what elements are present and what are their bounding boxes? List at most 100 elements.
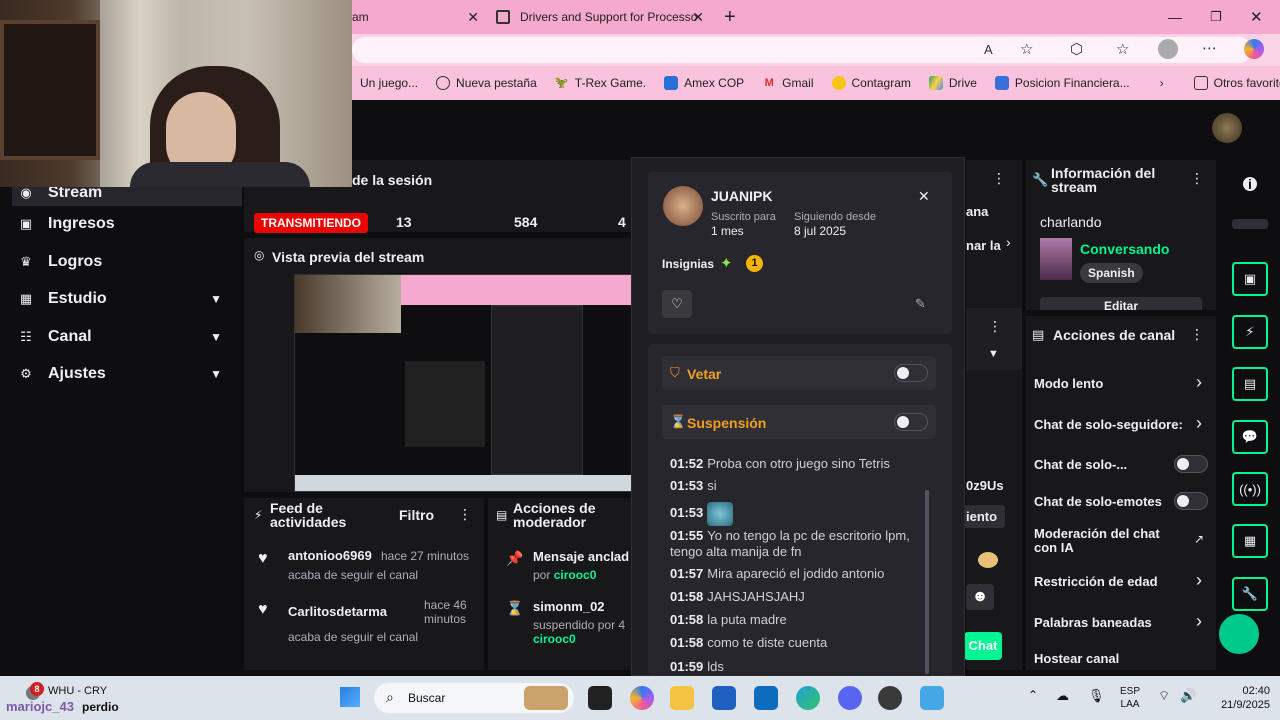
file-explorer-icon[interactable] — [670, 686, 694, 710]
info-icon[interactable]: i — [1243, 177, 1257, 191]
rail-notes-button[interactable]: ▤ — [1232, 367, 1268, 401]
taskbar-search[interactable]: ⌕ Buscar — [374, 683, 574, 713]
action-age-restriction[interactable]: Restricción de edad — [1034, 574, 1158, 589]
bookmark[interactable]: Un juego... — [360, 76, 418, 90]
user-card-username[interactable]: JUANIPK — [711, 188, 772, 204]
more-options-icon[interactable]: ⋮ — [992, 170, 1006, 187]
app-f-icon[interactable] — [920, 686, 944, 710]
favorites-icon[interactable]: ☆ — [1116, 40, 1129, 58]
more-options-icon[interactable]: ⋮ — [1190, 326, 1204, 343]
language-indicator[interactable]: ESP LAA — [1120, 685, 1140, 711]
pin-off-icon[interactable]: ✎ — [915, 296, 926, 312]
subs-only-toggle[interactable] — [1174, 455, 1208, 473]
sidebar-item-canal[interactable]: ☷ Canal ▼ — [18, 328, 228, 346]
gift-heart-button[interactable]: ♡ — [662, 290, 692, 318]
bookmark[interactable]: Contagram — [831, 76, 911, 90]
chevron-right-icon[interactable]: › — [1196, 611, 1202, 632]
hidden-button[interactable]: iento — [962, 505, 1006, 528]
chat-send-button[interactable]: Chat — [964, 632, 1002, 660]
more-menu-icon[interactable]: ⋯ — [1202, 39, 1217, 57]
profile-icon[interactable] — [1158, 39, 1178, 59]
clock[interactable]: 02:40 21/9/2025 — [1210, 684, 1270, 712]
mod-user-link[interactable]: cirooc0 — [533, 632, 576, 646]
close-tab-icon[interactable]: ✕ — [467, 9, 479, 26]
bookmark[interactable]: M Gmail — [762, 76, 814, 90]
emote-only-toggle[interactable] — [1174, 492, 1208, 510]
browser-tab[interactable]: am ✕ — [352, 4, 487, 30]
chevron-down-icon[interactable]: ▼ — [988, 348, 999, 360]
bookmark[interactable]: 🦖 T-Rex Game. — [555, 76, 646, 90]
windows-start-icon[interactable] — [340, 687, 360, 707]
wifi-icon[interactable]: ⌔ — [1158, 688, 1170, 704]
bookmarks-more-chevron-icon[interactable]: › — [1160, 76, 1164, 90]
outlook-icon[interactable] — [754, 686, 778, 710]
veto-toggle[interactable] — [894, 364, 928, 382]
copilot-taskbar-icon[interactable] — [630, 686, 654, 710]
sidebar-item-estudio[interactable]: ▦ Estudio ▼ — [18, 290, 228, 308]
minimize-button[interactable]: — — [1168, 4, 1182, 30]
mod-user-link[interactable]: cirooc0 — [554, 568, 597, 582]
sidebar-item-logros[interactable]: ♛ Logros — [18, 253, 228, 271]
bookmark[interactable]: Posicion Financiera... — [994, 76, 1130, 90]
task-view-icon[interactable] — [588, 686, 612, 710]
rail-chat-button[interactable]: 💬 — [1232, 420, 1268, 454]
chevron-right-icon[interactable]: › — [1196, 413, 1202, 434]
favorite-star-icon[interactable]: ☆ — [1020, 40, 1033, 58]
mic-icon[interactable]: 🎙 — [1088, 688, 1105, 704]
sidebar-item-ingresos[interactable]: ▣ Ingresos — [18, 215, 228, 233]
action-host-channel[interactable]: Hostear canal — [1034, 651, 1119, 666]
volume-icon[interactable]: 🔊 — [1180, 688, 1196, 704]
rail-tools-button[interactable]: 🔧 — [1232, 577, 1268, 611]
rail-lightning-button[interactable]: ⚡ — [1232, 315, 1268, 349]
discord-icon[interactable] — [838, 686, 862, 710]
edit-button[interactable]: Editar — [1040, 297, 1202, 310]
support-chat-button[interactable] — [1216, 611, 1262, 657]
edge-icon[interactable] — [796, 686, 820, 710]
mod-action-title[interactable]: simonm_02 — [533, 599, 605, 614]
activity-user[interactable]: antonioo6969 — [288, 548, 372, 563]
bookmark-folder[interactable]: Otros favoritos — [1193, 76, 1280, 90]
rail-clip-button[interactable]: ▣ — [1232, 262, 1268, 296]
sparkle-badge-icon[interactable]: ✦ — [720, 254, 733, 272]
sidebar-item-ajustes[interactable]: ⚙ Ajustes ▼ — [18, 365, 228, 383]
bookmark[interactable]: Drive — [928, 76, 977, 90]
app-icon[interactable] — [878, 686, 902, 710]
cloud-icon[interactable]: ☁ — [1056, 688, 1069, 704]
new-tab-button[interactable]: + — [724, 4, 736, 30]
chevron-right-icon[interactable]: › — [1006, 234, 1011, 250]
emoji-button[interactable]: ☻ — [966, 584, 994, 610]
more-options-icon[interactable]: ⋮ — [988, 318, 1002, 335]
more-options-icon[interactable]: ⋮ — [458, 506, 472, 523]
tray-chevron-icon[interactable]: ⌃ — [1028, 688, 1038, 702]
stream-preview-video[interactable] — [294, 274, 632, 492]
emote-icon[interactable] — [978, 552, 998, 568]
category-link[interactable]: Conversando — [1080, 241, 1169, 257]
external-link-icon[interactable]: ↗ — [1194, 532, 1204, 546]
avatar[interactable] — [1212, 113, 1242, 143]
copilot-icon[interactable] — [1244, 39, 1264, 59]
read-aloud-icon[interactable]: A — [984, 42, 993, 57]
activity-user[interactable]: Carlitosdetarma — [288, 604, 387, 619]
action-ai-moderation[interactable]: Moderación del chat con IA — [1034, 527, 1164, 555]
sub-badge[interactable]: 1 — [746, 255, 763, 272]
rail-broadcast-button[interactable]: ((•)) — [1232, 472, 1268, 506]
extensions-icon[interactable]: ⬡ — [1070, 40, 1083, 58]
rail-layout-button[interactable]: ▦ — [1232, 524, 1268, 558]
browser-tab-active[interactable]: Drivers and Support for Processo ✕ — [496, 4, 710, 30]
close-tab-icon[interactable]: ✕ — [692, 9, 704, 26]
bookmark[interactable]: Nueva pestaña — [436, 76, 537, 90]
action-banned-words[interactable]: Palabras baneadas — [1034, 615, 1152, 630]
store-icon[interactable] — [712, 686, 736, 710]
close-icon[interactable]: ✕ — [918, 188, 930, 205]
chat-scrollbar[interactable] — [925, 490, 929, 674]
more-options-icon[interactable]: ⋮ — [1190, 170, 1204, 187]
action-slow-mode[interactable]: Modo lento — [1034, 376, 1103, 391]
chevron-right-icon[interactable]: › — [1196, 570, 1202, 591]
maximize-button[interactable]: ❐ — [1210, 4, 1222, 30]
close-window-button[interactable]: ✕ — [1250, 4, 1263, 30]
bookmark[interactable]: Amex COP — [664, 76, 744, 90]
action-followers-only[interactable]: Chat de solo-seguidore: — [1034, 417, 1184, 432]
filter-button[interactable]: Filtro — [399, 507, 434, 523]
suspension-toggle[interactable] — [894, 413, 928, 431]
chevron-right-icon[interactable]: › — [1196, 372, 1202, 393]
